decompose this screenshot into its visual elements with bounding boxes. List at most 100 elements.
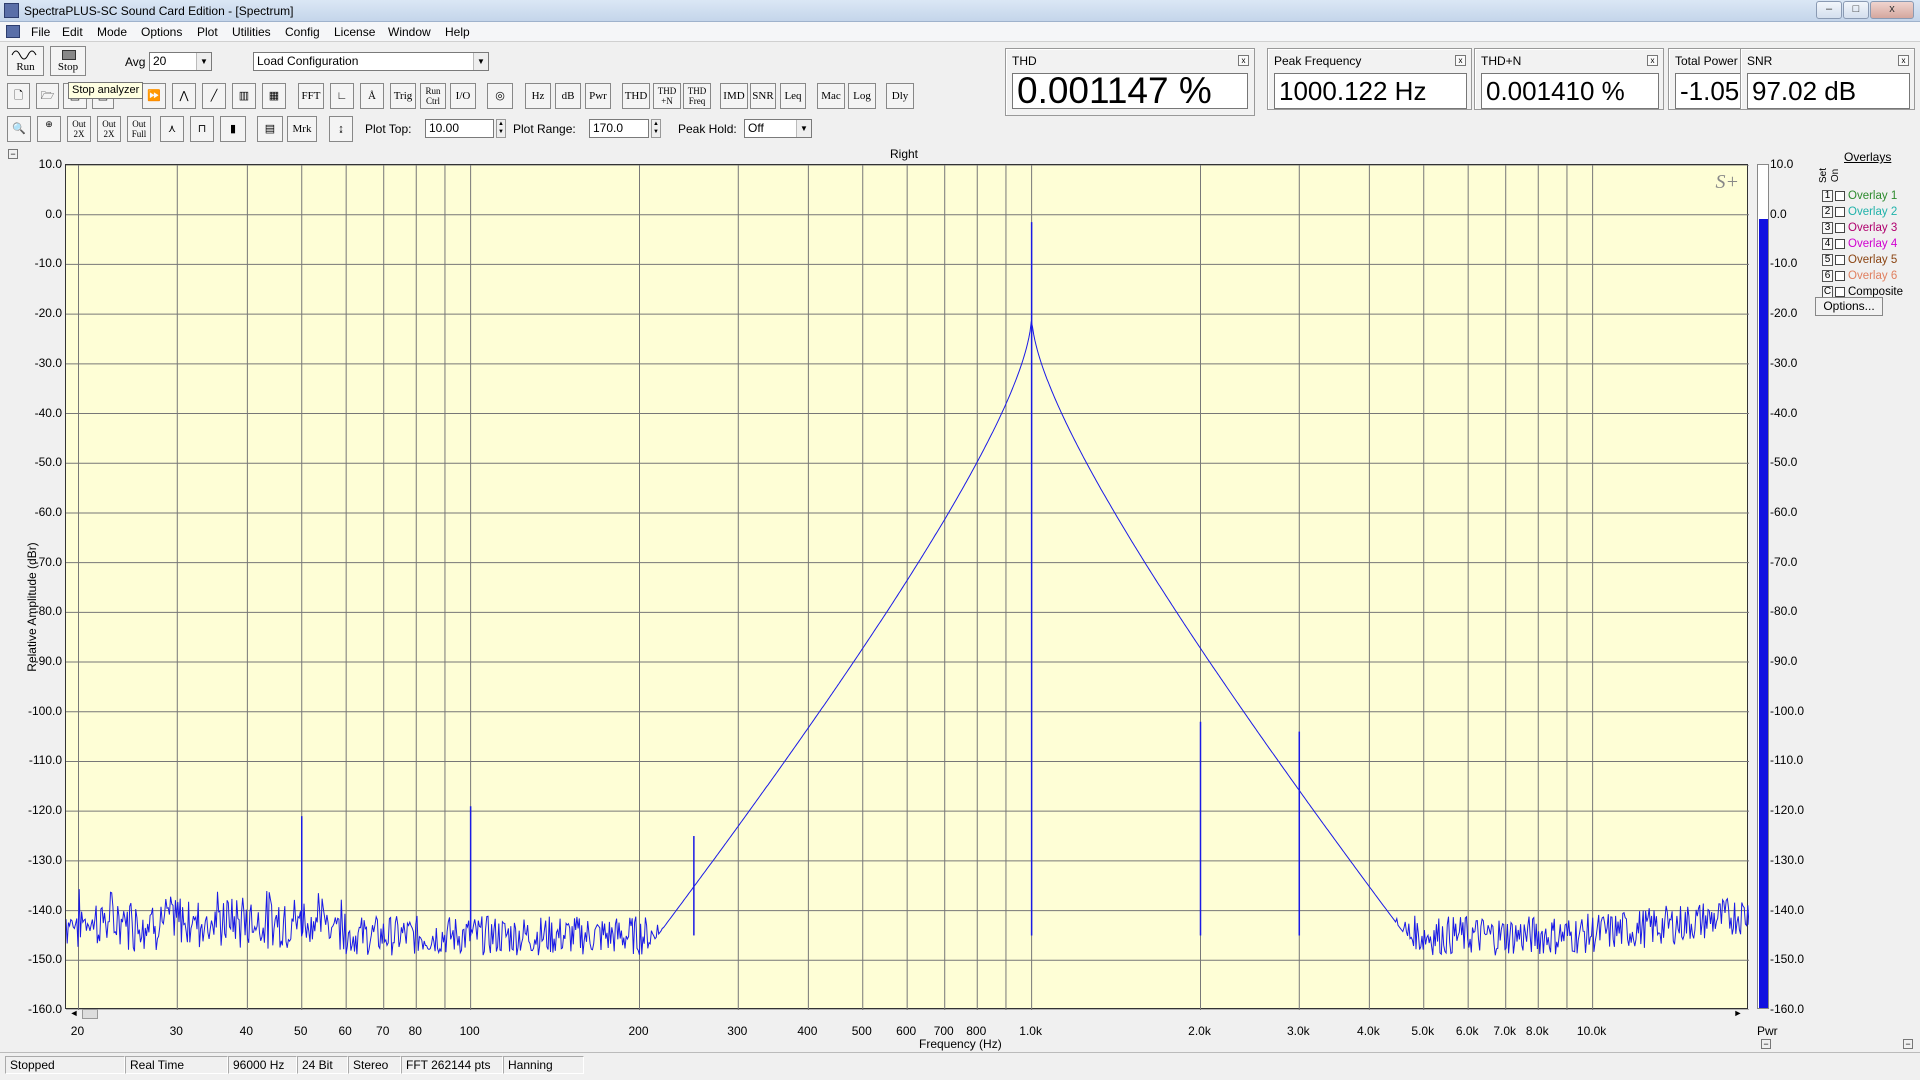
- spectrogram-icon[interactable]: ▥: [232, 83, 256, 109]
- overlay-on-checkbox[interactable]: [1835, 191, 1845, 201]
- overlay-on-checkbox[interactable]: [1835, 223, 1845, 233]
- zoom-in-2x-icon[interactable]: ⊕: [37, 116, 61, 142]
- overlay-on-checkbox[interactable]: [1835, 287, 1845, 297]
- maximize-button[interactable]: □: [1843, 1, 1869, 19]
- menu-utilities[interactable]: Utilities: [232, 25, 271, 39]
- close-button[interactable]: x: [1870, 1, 1914, 19]
- scroll-thumb[interactable]: [82, 1009, 98, 1019]
- overlay-on-checkbox[interactable]: [1835, 255, 1845, 265]
- 3d-surface-icon[interactable]: ▦: [262, 83, 286, 109]
- overlay-set-button[interactable]: 5: [1822, 254, 1833, 266]
- overlay-options-button[interactable]: Options...: [1815, 297, 1883, 316]
- thd-meter: THD x 0.001147 %: [1005, 48, 1255, 116]
- y-tick-label-right: -100.0: [1770, 703, 1805, 718]
- waveform-icon[interactable]: ⋀: [172, 83, 196, 109]
- new-file-icon[interactable]: 🗋: [7, 83, 30, 109]
- overlay-on-checkbox[interactable]: [1835, 239, 1845, 249]
- menu-config[interactable]: Config: [285, 25, 320, 39]
- app-icon[interactable]: [4, 3, 19, 18]
- expand-icon[interactable]: −: [1903, 1039, 1913, 1049]
- menu-license[interactable]: License: [334, 25, 375, 39]
- overlay-on-checkbox[interactable]: [1835, 207, 1845, 217]
- zoom-icon[interactable]: 🔍: [7, 116, 31, 142]
- fft-button[interactable]: FFT: [298, 83, 324, 109]
- cursor-icon[interactable]: ↨: [329, 116, 353, 142]
- meter-close-icon[interactable]: x: [1898, 55, 1909, 66]
- expand-icon[interactable]: −: [1761, 1039, 1771, 1049]
- overlay-set-button[interactable]: 3: [1822, 222, 1833, 234]
- bar-plot-icon[interactable]: ▮: [220, 116, 246, 142]
- marker-button[interactable]: Mrk: [287, 116, 317, 142]
- y-tick-label-right: -110.0: [1770, 753, 1804, 768]
- x-tick-label: 60: [338, 1024, 352, 1038]
- log-button[interactable]: Log: [848, 83, 876, 109]
- menu-edit[interactable]: Edit: [62, 25, 83, 39]
- menu-file[interactable]: File: [31, 25, 50, 39]
- zoom-out-2x-button[interactable]: Out 2X: [67, 116, 91, 142]
- overlay-label: Overlay 5: [1848, 254, 1898, 267]
- pwr-button[interactable]: Pwr: [585, 83, 611, 109]
- imd-button[interactable]: IMD: [720, 83, 748, 109]
- menu-plot[interactable]: Plot: [197, 25, 218, 39]
- open-folder-icon[interactable]: 🗁: [36, 83, 59, 109]
- signal-generator-icon[interactable]: ◎: [487, 83, 513, 109]
- run-control-button[interactable]: Run Ctrl: [420, 83, 446, 109]
- meter-title: Total Power: [1675, 54, 1738, 68]
- peak-hold-select[interactable]: Off ▼: [744, 119, 812, 138]
- peak-icon[interactable]: ⋏: [160, 116, 184, 142]
- meter-close-icon[interactable]: x: [1238, 55, 1249, 66]
- delay-button[interactable]: Dly: [886, 83, 914, 109]
- zoom-out-full-button[interactable]: Out Full: [127, 116, 151, 142]
- plot-top-value: 10.00: [429, 121, 460, 135]
- avg-select[interactable]: 20 ▼: [149, 52, 212, 71]
- plot-range-input[interactable]: 170.0: [589, 119, 649, 138]
- trigger-button[interactable]: Trig: [390, 83, 416, 109]
- menu-help[interactable]: Help: [445, 25, 470, 39]
- thd-button[interactable]: THD: [622, 83, 650, 109]
- meter-close-icon[interactable]: x: [1647, 55, 1658, 66]
- x-tick-label: 200: [628, 1024, 649, 1038]
- macro-button[interactable]: Mac: [817, 83, 845, 109]
- menu-mode[interactable]: Mode: [97, 25, 127, 39]
- overlay-set-button[interactable]: 4: [1822, 238, 1833, 250]
- overlay-set-button[interactable]: 2: [1822, 206, 1833, 218]
- x-tick-label: 70: [376, 1024, 390, 1038]
- menu-window[interactable]: Window: [388, 25, 431, 39]
- x-tick-label: 500: [851, 1024, 872, 1038]
- zoom-out-2x-alt-button[interactable]: Out 2X: [97, 116, 121, 142]
- fast-forward-icon[interactable]: ⏩: [142, 83, 166, 109]
- leq-button[interactable]: Leq: [780, 83, 806, 109]
- stop-button[interactable]: Stop: [50, 46, 86, 76]
- list-icon[interactable]: ▤: [257, 116, 283, 142]
- minimize-button[interactable]: –: [1816, 1, 1842, 19]
- y-tick-label-right: -10.0: [1770, 256, 1798, 271]
- x-tick-label: 400: [797, 1024, 818, 1038]
- configuration-select[interactable]: Load Configuration ▼: [253, 52, 489, 71]
- scroll-left-icon[interactable]: ◄: [67, 1008, 81, 1020]
- meter-close-icon[interactable]: x: [1455, 55, 1466, 66]
- overlay-set-button[interactable]: 1: [1822, 190, 1833, 202]
- scroll-right-icon[interactable]: ►: [1731, 1008, 1745, 1020]
- y-tick-label-right: 0.0: [1770, 206, 1787, 221]
- overlay-on-checkbox[interactable]: [1835, 271, 1845, 281]
- thd-freq-button[interactable]: THD Freq: [683, 83, 711, 109]
- status-bit-depth: 24 Bit: [297, 1056, 348, 1074]
- db-button[interactable]: dB: [555, 83, 581, 109]
- snr-button[interactable]: SNR: [750, 83, 776, 109]
- io-button[interactable]: I/O: [450, 83, 476, 109]
- x-tick-label: 40: [239, 1024, 254, 1038]
- weighting-icon[interactable]: Å: [360, 83, 384, 109]
- menu-options[interactable]: Options: [141, 25, 182, 39]
- plot-area[interactable]: S+: [65, 164, 1749, 1010]
- plot-range-spinner[interactable]: ▲ ▼: [651, 119, 661, 138]
- plot-top-spinner[interactable]: ▲ ▼: [496, 119, 506, 138]
- phase-icon[interactable]: ∟: [330, 83, 354, 109]
- slope-icon[interactable]: ╱: [202, 83, 226, 109]
- run-button[interactable]: Run: [7, 46, 44, 76]
- hz-button[interactable]: Hz: [525, 83, 551, 109]
- plot-top-input[interactable]: 10.00: [425, 119, 494, 138]
- step-plot-icon[interactable]: ⊓: [190, 116, 214, 142]
- overlay-set-button[interactable]: 6: [1822, 270, 1833, 282]
- thd-n-button[interactable]: THD +N: [653, 83, 681, 109]
- document-icon[interactable]: [6, 25, 20, 38]
